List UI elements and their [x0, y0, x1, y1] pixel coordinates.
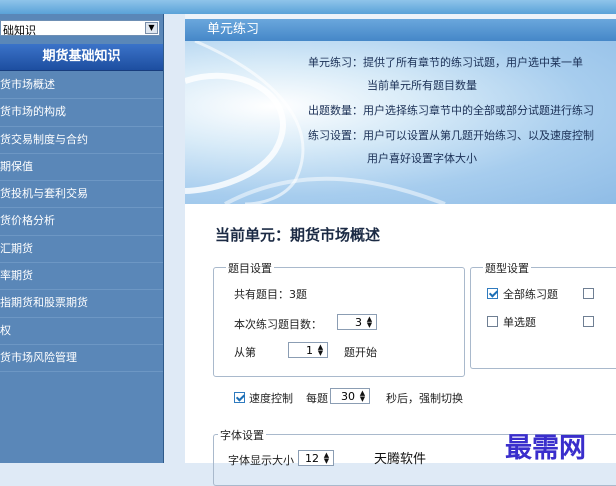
chapter-item[interactable]: 期保值 — [0, 154, 163, 182]
from-stepper[interactable]: 1 ▲ ▼ — [288, 342, 328, 358]
extra-checkbox[interactable] — [583, 316, 594, 327]
all-questions-label: 全部练习题 — [503, 288, 558, 301]
question-settings-group: 题目设置 共有题目：3题 本次练习题目数： 3 ▲ ▼ 从第 1 ▲ ▼ 题开始 — [213, 260, 465, 377]
chapter-item[interactable]: 指期货和股票期货 — [0, 290, 163, 318]
seconds-value: 30 — [341, 390, 355, 403]
font-preview: 天腾软件 — [374, 452, 427, 467]
up-down-icon[interactable]: ▲ ▼ — [357, 390, 368, 403]
type-settings-group: 题型设置 全部练习题 单选题 — [470, 260, 616, 369]
all-questions-checkbox[interactable] — [487, 288, 498, 299]
chapter-item[interactable]: 货交易制度与合约 — [0, 127, 163, 154]
single-choice-checkbox[interactable] — [487, 316, 498, 327]
speed-control-checkbox[interactable] — [234, 392, 245, 403]
current-unit-title: 当前单元：期货市场概述 — [215, 226, 381, 244]
extra-checkbox[interactable] — [583, 288, 594, 299]
category-select[interactable]: 础知识 ▼ — [0, 20, 160, 37]
single-choice-label: 单选题 — [503, 316, 536, 329]
intro-banner: 单元练习：提供了所有章节的练习试题，用户选中某一单 当前单元所有题目数量 出题数… — [185, 41, 616, 204]
banner-line: 用户喜好设置字体大小 — [367, 152, 477, 165]
count-stepper[interactable]: 3 ▲ ▼ — [337, 314, 377, 330]
chapter-list: 货市场概述 货市场的构成 货交易制度与合约 期保值 货投机与套利交易 货价格分析… — [0, 72, 163, 373]
main-panel: 单元练习 单元练习：提供了所有章节的练习试题，用户选中某一单 当前单元所有题目数… — [185, 14, 616, 486]
chapter-item[interactable]: 率期货 — [0, 263, 163, 291]
chapter-item[interactable]: 货市场概述 — [0, 72, 163, 100]
sidebar: 础知识 ▼ 期货基础知识 货市场概述 货市场的构成 货交易制度与合约 期保值 货… — [0, 14, 164, 463]
per-question-label: 每题 — [306, 392, 328, 405]
chapter-item[interactable]: 货市场风险管理 — [0, 345, 163, 373]
seconds-suffix: 秒后，强制切换 — [386, 392, 463, 405]
count-label: 本次练习题目数： — [234, 318, 322, 331]
group-title: 题目设置 — [226, 260, 274, 276]
speed-control-label: 速度控制 — [249, 392, 293, 405]
settings-area: 当前单元：期货市场概述 题目设置 共有题目：3题 本次练习题目数： 3 ▲ ▼ 从… — [185, 204, 616, 486]
up-down-icon[interactable]: ▲ ▼ — [321, 452, 332, 465]
font-size-stepper[interactable]: 12 ▲ ▼ — [298, 450, 334, 466]
sidebar-header: 期货基础知识 — [0, 44, 163, 71]
chapter-item[interactable]: 货投机与套利交易 — [0, 181, 163, 209]
chevron-down-icon[interactable]: ▼ — [145, 22, 158, 34]
seconds-stepper[interactable]: 30 ▲ ▼ — [330, 388, 370, 404]
chapter-item[interactable]: 货价格分析 — [0, 208, 163, 236]
watermark: 最需网 — [505, 433, 586, 464]
banner-line: 出题数量：用户选择练习章节中的全部或部分试题进行练习 — [308, 104, 594, 117]
from-label: 从第 — [234, 346, 256, 359]
banner-line: 练习设置：用户可以设置从第几题开始练习、以及速度控制 — [308, 129, 594, 142]
group-title: 字体设置 — [218, 427, 266, 443]
from-suffix: 题开始 — [344, 346, 377, 359]
chapter-item[interactable]: 货市场的构成 — [0, 99, 163, 127]
panel-title: 单元练习 — [185, 19, 616, 41]
font-size-value: 12 — [305, 452, 319, 465]
category-select-value: 础知识 — [3, 24, 36, 37]
group-title: 题型设置 — [483, 260, 531, 276]
from-value: 1 — [306, 344, 313, 357]
banner-line: 当前单元所有题目数量 — [367, 79, 477, 92]
top-strip — [0, 0, 616, 14]
chapter-item[interactable]: 权 — [0, 318, 163, 345]
count-value: 3 — [355, 316, 362, 329]
total-count-label: 共有题目：3题 — [234, 288, 307, 301]
banner-line: 单元练习：提供了所有章节的练习试题，用户选中某一单 — [308, 56, 583, 69]
chapter-item[interactable]: 汇期货 — [0, 236, 163, 264]
up-down-icon[interactable]: ▲ ▼ — [315, 344, 326, 357]
font-size-label: 字体显示大小 — [228, 454, 294, 467]
up-down-icon[interactable]: ▲ ▼ — [364, 316, 375, 329]
